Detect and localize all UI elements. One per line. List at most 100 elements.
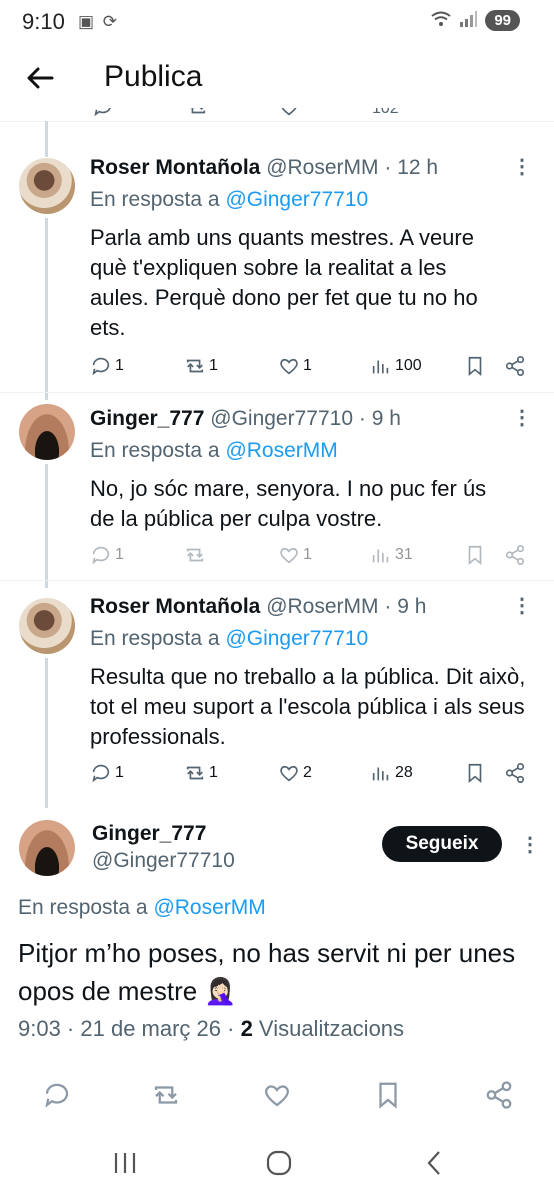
more-icon[interactable]: ⋮ (520, 832, 540, 857)
author-name[interactable]: Roser Montañola (90, 156, 260, 179)
views-button[interactable]: 28 (370, 762, 413, 784)
like-count: 1 (303, 546, 312, 563)
avatar[interactable] (19, 404, 75, 460)
tweet-text: No, jo sóc mare, senyora. I no puc fer ú… (90, 476, 487, 531)
views-count: 28 (395, 764, 413, 781)
retweet-button[interactable]: 1 (184, 355, 218, 377)
reply-icon (92, 764, 110, 783)
views-count: 100 (395, 357, 422, 374)
thread-line (45, 121, 48, 157)
reply-icon (45, 1083, 69, 1108)
like-icon (280, 358, 298, 375)
like-count: 1 (303, 357, 312, 374)
more-icon[interactable]: ⋮ (512, 154, 532, 179)
separator-dot: · (384, 595, 392, 618)
views-icon (372, 767, 389, 781)
signal-icon (459, 10, 478, 31)
back-nav-icon[interactable] (420, 1148, 450, 1183)
bookmark-button[interactable] (464, 762, 486, 784)
tweet-text: Parla amb uns quants mestres. A veure qu… (90, 225, 478, 340)
author-handle[interactable]: @RoserMM (266, 595, 378, 618)
reply-button[interactable]: 1 (90, 762, 124, 784)
avatar[interactable] (19, 820, 75, 876)
follow-button[interactable]: Segueix (382, 826, 502, 862)
reply-to-link[interactable]: @Ginger77710 (225, 188, 368, 211)
bookmark-icon (468, 545, 482, 566)
reply-to-link[interactable]: @Ginger77710 (225, 627, 368, 650)
back-button[interactable] (24, 62, 56, 99)
status-right: 99 (431, 10, 520, 31)
retweet-count: 1 (209, 764, 218, 781)
reply-context: En resposta a @Ginger77710 (90, 627, 368, 651)
separator-dot: · (384, 156, 392, 179)
like-icon[interactable] (278, 108, 300, 122)
views-button[interactable]: 100 (370, 355, 422, 377)
reply-context: En resposta a @RoserMM (18, 896, 266, 920)
views-count: 2 (240, 1016, 253, 1041)
author-handle[interactable]: @Ginger77710 (92, 849, 235, 873)
more-icon[interactable]: ⋮ (512, 593, 532, 618)
reply-button[interactable]: 1 (90, 544, 124, 566)
reply-icon (92, 357, 110, 376)
reply-icon (92, 546, 110, 565)
reply-count: 1 (115, 357, 124, 374)
retweet-button[interactable]: 1 (184, 762, 218, 784)
like-button[interactable]: 1 (278, 544, 312, 566)
bookmark-button[interactable] (464, 355, 486, 377)
tweet-time: 9 h (371, 407, 401, 430)
reply-count: 1 (115, 764, 124, 781)
bookmark-icon (468, 356, 482, 377)
bookmark-button[interactable] (464, 544, 486, 566)
author-handle[interactable]: @Ginger77710 (210, 407, 353, 430)
share-button[interactable] (504, 762, 526, 784)
share-icon (505, 356, 525, 376)
share-button[interactable] (504, 544, 526, 566)
retweet-icon (186, 766, 204, 780)
tweet-timestamp: 9:03 · 21 de març 26 · 2 Visualitzacions (18, 1016, 404, 1042)
author-name[interactable]: Roser Montañola (90, 595, 260, 618)
status-notification-icons: ▣ ⟳ (78, 12, 120, 31)
reply-button[interactable]: 1 (90, 355, 124, 377)
bookmark-icon (379, 1082, 397, 1109)
like-button[interactable] (262, 1080, 292, 1115)
retweet-icon (154, 1086, 178, 1104)
reply-prefix: En resposta a (90, 188, 220, 211)
recent-apps-icon[interactable] (110, 1148, 140, 1183)
author-handle[interactable]: @RoserMM (266, 156, 378, 179)
views-label: Visualitzacions (252, 1016, 405, 1041)
author-name[interactable]: Ginger_777 (92, 822, 206, 846)
avatar[interactable] (19, 598, 75, 654)
retweet-button[interactable] (151, 1080, 181, 1115)
author-name[interactable]: Ginger_777 (90, 407, 204, 430)
like-button[interactable]: 2 (278, 762, 312, 784)
share-button[interactable] (504, 355, 526, 377)
retweet-icon (186, 548, 204, 562)
divider (0, 392, 554, 393)
home-icon[interactable] (264, 1148, 294, 1183)
reply-count: 1 (115, 546, 124, 563)
retweet-button[interactable] (184, 544, 209, 566)
reply-to-link[interactable]: @RoserMM (153, 896, 265, 919)
reply-prefix: En resposta a (90, 627, 220, 650)
reply-button[interactable] (42, 1080, 72, 1115)
share-icon (486, 1081, 512, 1109)
retweet-icon[interactable] (186, 108, 208, 122)
avatar[interactable] (19, 158, 75, 214)
reply-prefix: En resposta a (18, 896, 148, 919)
timestamp-text: 9:03 · 21 de març 26 · (18, 1016, 241, 1041)
separator-dot: · (358, 407, 366, 430)
divider (0, 121, 554, 122)
reply-to-link[interactable]: @RoserMM (225, 439, 337, 462)
bookmark-icon (468, 763, 482, 784)
like-icon (280, 547, 298, 564)
reply-icon[interactable] (92, 108, 114, 122)
like-icon (264, 1085, 290, 1107)
more-icon[interactable]: ⋮ (512, 405, 532, 430)
page-title: Publica (104, 60, 203, 93)
divider (0, 580, 554, 581)
share-button[interactable] (484, 1080, 514, 1115)
views-button[interactable]: 31 (370, 544, 413, 566)
bookmark-button[interactable] (373, 1080, 403, 1115)
share-icon (505, 763, 525, 783)
like-button[interactable]: 1 (278, 355, 312, 377)
